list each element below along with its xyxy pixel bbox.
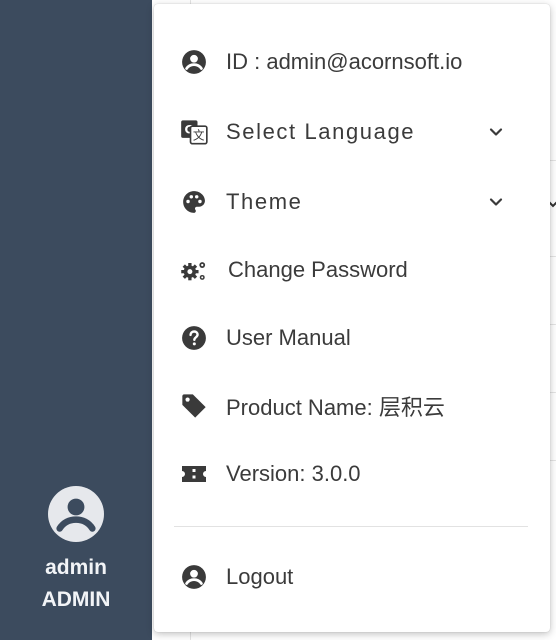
account-circle-icon [180, 48, 208, 76]
sidebar-user-name: admin [45, 556, 107, 579]
account-circle-icon [180, 563, 208, 591]
menu-item-change-password[interactable]: Change Password [154, 242, 550, 298]
menu-item-label: Select Language [226, 119, 416, 144]
menu-item-label: Version: 3.0.0 [226, 461, 361, 486]
menu-item-logout[interactable]: Logout [154, 549, 550, 605]
menu-item-label: Change Password [228, 257, 408, 282]
menu-item-product-name: Product Name: 层积云 [154, 378, 550, 434]
menu-item-select-language[interactable]: G 文 Select Language [154, 104, 550, 160]
svg-text:文: 文 [193, 129, 205, 143]
translate-icon: G 文 [180, 118, 208, 146]
menu-item-label: Theme [226, 189, 303, 214]
menu-item-user-manual[interactable]: User Manual [154, 310, 550, 366]
menu-item-label: ID : admin@acornsoft.io [226, 49, 463, 74]
user-dropdown-menu: ID : admin@acornsoft.io G 文 Select Langu… [154, 4, 550, 632]
menu-item-theme[interactable]: Theme [154, 174, 550, 230]
tag-icon [180, 392, 208, 420]
gears-icon [180, 256, 208, 284]
help-circle-icon [180, 324, 208, 352]
sidebar-user-info: admin ADMIN [0, 486, 152, 612]
menu-item-version: Version: 3.0.0 [154, 446, 550, 502]
user-avatar-icon[interactable] [48, 486, 104, 542]
palette-icon [180, 188, 208, 216]
menu-item-label: Product Name: 层积云 [226, 395, 445, 420]
logout-label: Logout [226, 564, 294, 589]
menu-item-label: User Manual [226, 325, 351, 350]
menu-divider [174, 526, 528, 527]
chevron-down-icon[interactable] [487, 193, 505, 211]
menu-item-user-id: ID : admin@acornsoft.io [154, 34, 550, 90]
ticket-icon [180, 460, 208, 488]
sidebar: admin ADMIN [0, 0, 152, 640]
sidebar-user-role: ADMIN [41, 588, 111, 611]
chevron-down-icon[interactable] [487, 123, 505, 141]
